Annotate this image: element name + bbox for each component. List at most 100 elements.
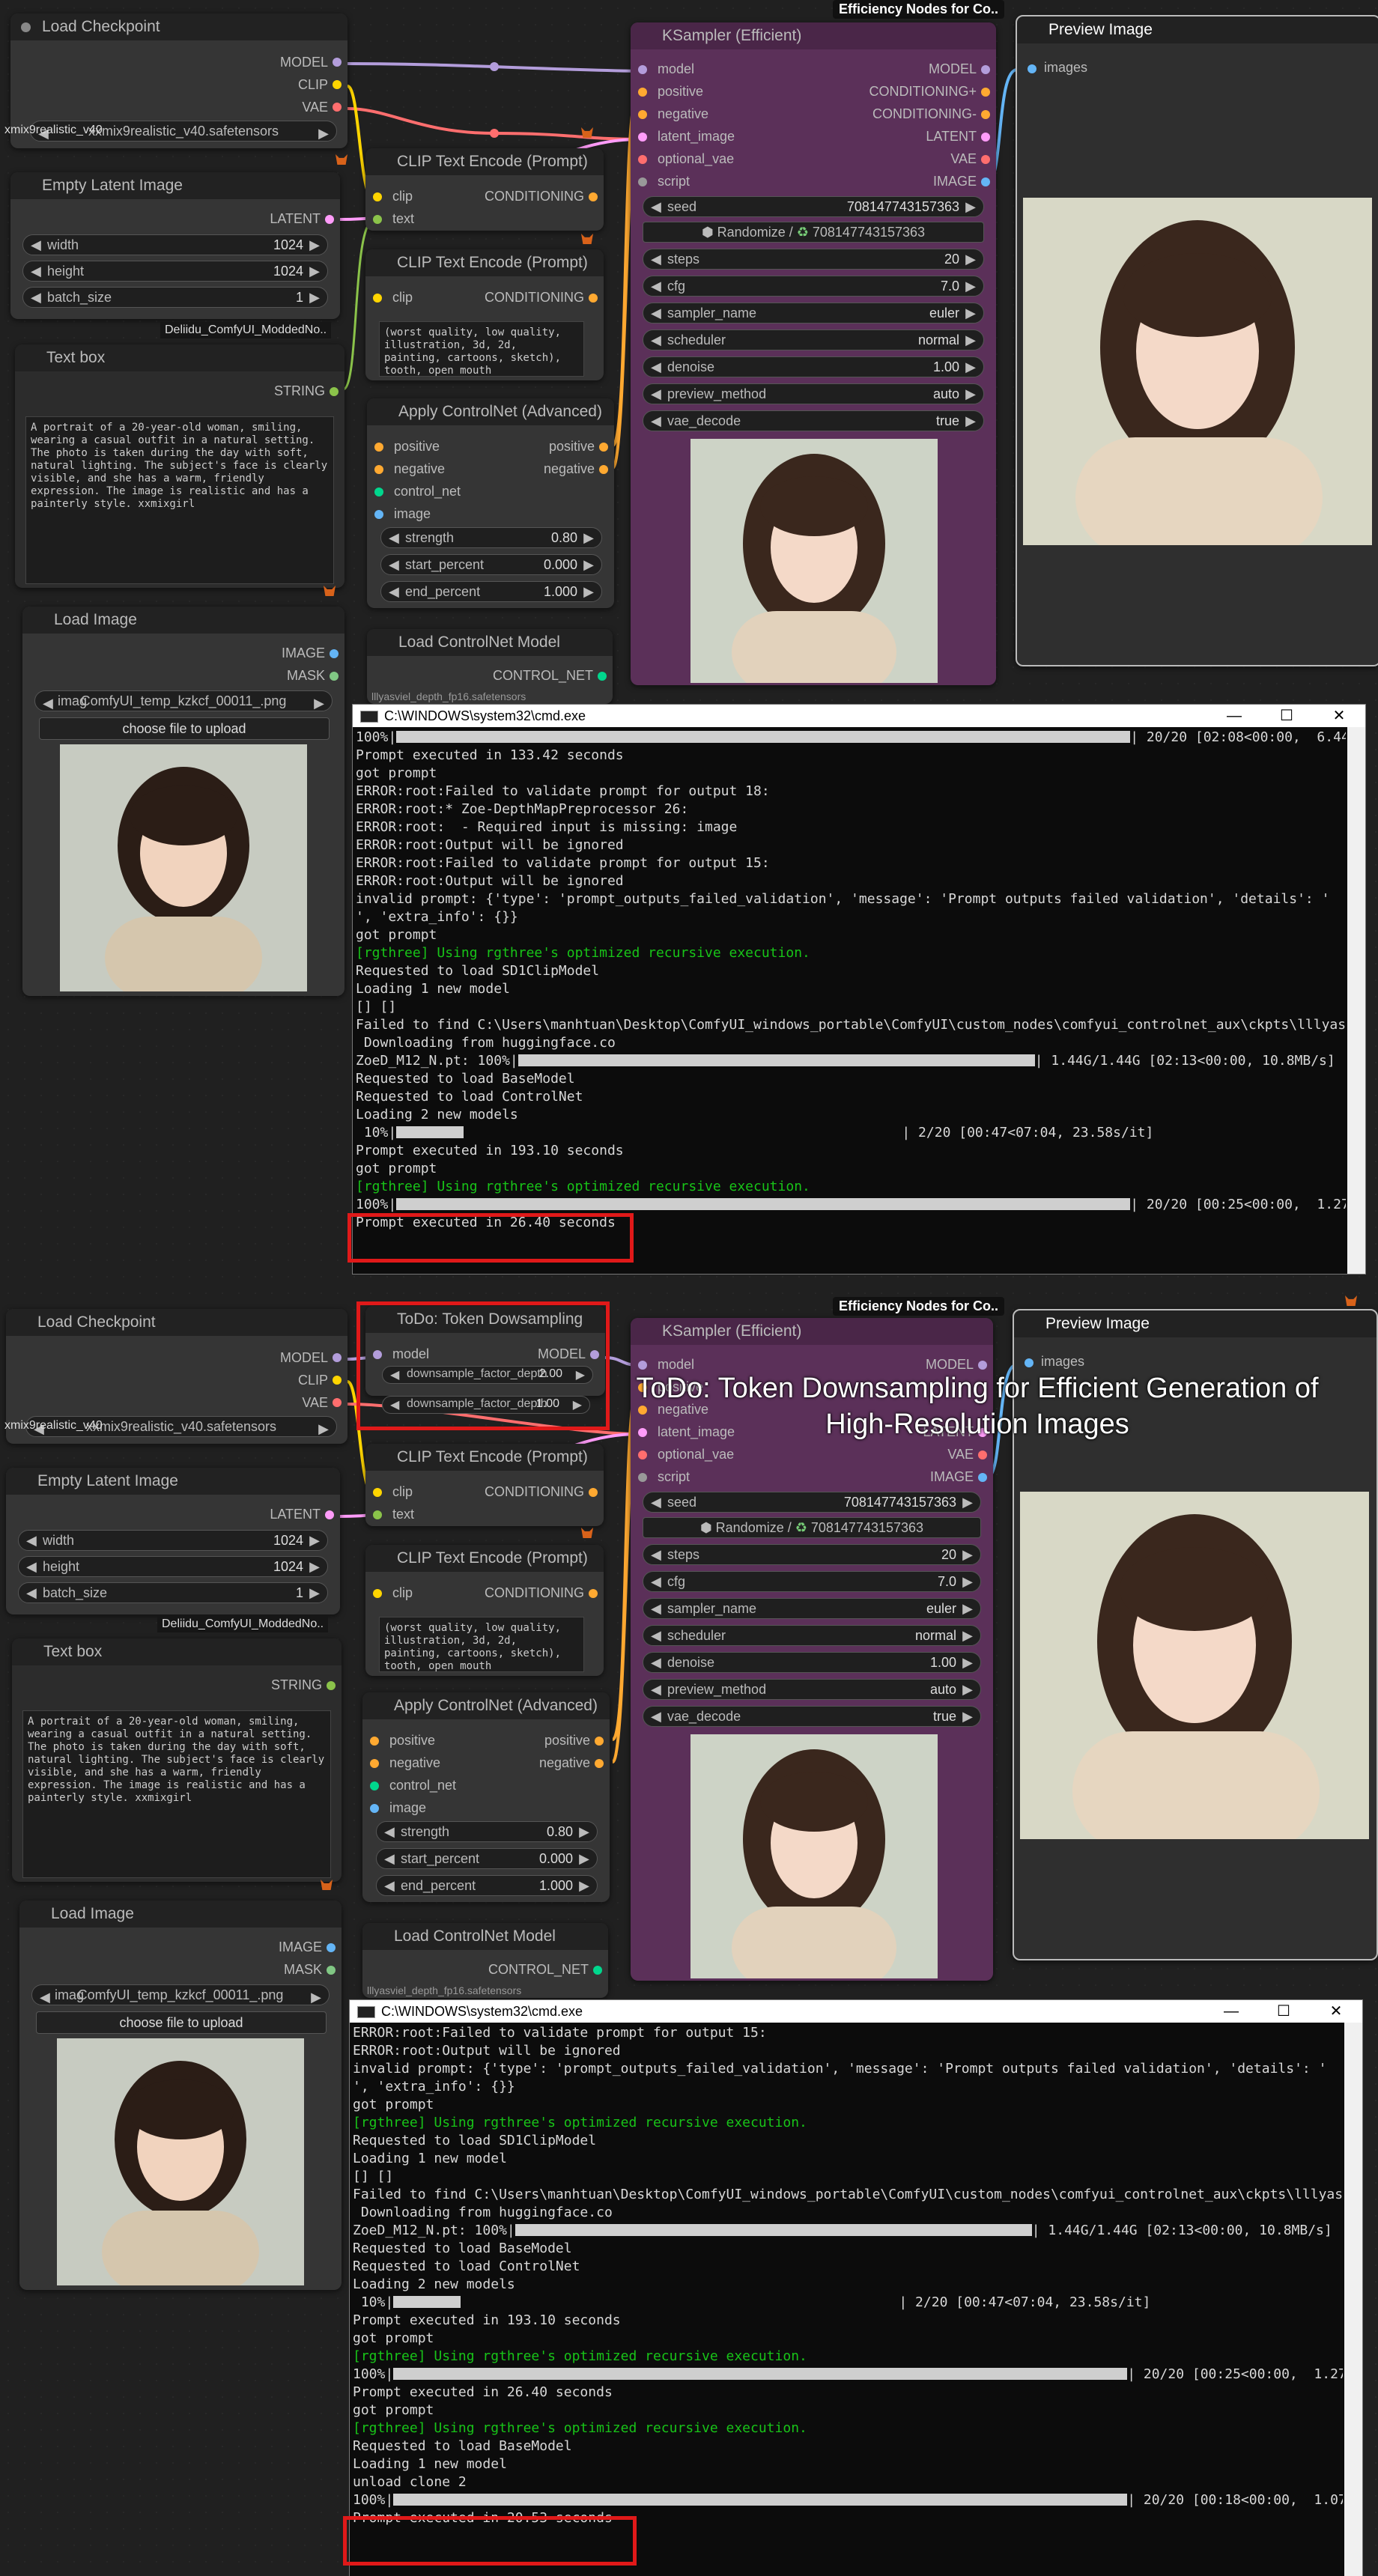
right-arrow-icon[interactable]: ▶ — [583, 584, 594, 600]
left-arrow-icon[interactable]: ◀ — [651, 252, 661, 267]
preview-method-widget[interactable]: ◀ preview_method auto ▶ — [643, 1679, 981, 1700]
image-combo[interactable]: ◀ imag ComfyUI_temp_kzkcf_00011_.png ▶ — [31, 1984, 330, 2005]
text-box-textarea[interactable]: A portrait of a 20-year-old woman, smili… — [25, 416, 334, 584]
vae-decode-widget[interactable]: ◀ vae_decode true ▶ — [643, 410, 984, 431]
start-percent-widget[interactable]: ◀ start_percent 0.000 ▶ — [376, 1848, 598, 1869]
upload-button[interactable]: choose file to upload — [36, 2011, 327, 2034]
socket-string[interactable] — [327, 1681, 336, 1690]
apply-controlnet-node[interactable]: Apply ControlNet (Advanced) positive neg… — [367, 398, 614, 608]
cfg-widget[interactable]: ◀ cfg 7.0 ▶ — [643, 1571, 981, 1592]
socket-clip-in[interactable] — [373, 1589, 382, 1598]
minimize-icon[interactable]: — — [1208, 705, 1260, 727]
preview-method-widget[interactable]: ◀ preview_method auto ▶ — [643, 383, 984, 404]
minimize-icon[interactable]: — — [1205, 2000, 1257, 2023]
socket-model-in[interactable] — [638, 1361, 647, 1370]
socket-negative-out[interactable] — [599, 465, 608, 474]
left-arrow-icon[interactable]: ◀ — [389, 584, 399, 600]
left-arrow-icon[interactable]: ◀ — [651, 1574, 661, 1590]
apply-controlnet-node[interactable]: Apply ControlNet (Advanced) positive neg… — [362, 1692, 610, 1902]
socket-clip[interactable] — [333, 80, 342, 89]
socket-negative-out[interactable] — [595, 1759, 604, 1768]
left-arrow-icon[interactable]: ◀ — [26, 1585, 37, 1601]
console-window-bottom[interactable]: C:\WINDOWS\system32\cmd.exe — ☐ ✕ ERROR:… — [349, 1999, 1363, 2576]
left-arrow-icon[interactable]: ◀ — [651, 386, 661, 402]
socket-mask[interactable] — [330, 672, 339, 681]
left-arrow-icon[interactable]: ◀ — [651, 279, 661, 294]
randomize-button[interactable]: ⬢ Randomize / ♻ 708147743157363 — [643, 222, 984, 243]
right-arrow-icon[interactable]: ▶ — [965, 332, 976, 348]
socket-conditioning[interactable] — [589, 294, 598, 303]
left-arrow-icon[interactable]: ◀ — [651, 1495, 661, 1510]
socket-vae-in[interactable] — [638, 1450, 647, 1459]
socket-control-net[interactable] — [593, 1966, 602, 1975]
socket-model[interactable] — [333, 58, 342, 67]
left-arrow-icon[interactable]: ◀ — [31, 264, 41, 279]
left-arrow-icon[interactable]: ◀ — [389, 557, 399, 573]
right-arrow-icon[interactable]: ▶ — [309, 1585, 320, 1601]
upload-button[interactable]: choose file to upload — [39, 717, 330, 740]
socket-model-out[interactable] — [981, 65, 990, 74]
left-arrow-icon[interactable]: ◀ — [651, 1682, 661, 1698]
right-arrow-icon[interactable]: ▶ — [309, 237, 320, 253]
socket-vae-in[interactable] — [638, 155, 647, 164]
right-arrow-icon[interactable]: ▶ — [309, 1533, 320, 1549]
denoise-widget[interactable]: ◀ denoise 1.00 ▶ — [643, 356, 984, 377]
left-arrow-icon[interactable]: ◀ — [651, 1709, 661, 1725]
right-arrow-icon[interactable]: ▶ — [318, 124, 329, 143]
right-arrow-icon[interactable]: ▶ — [583, 530, 594, 546]
load-image-node[interactable]: Load Image IMAGE MASK ◀ imag ComfyUI_tem… — [22, 607, 344, 996]
socket-image-out[interactable] — [981, 177, 990, 186]
text-box-textarea[interactable]: A portrait of a 20-year-old woman, smili… — [22, 1710, 331, 1878]
left-arrow-icon[interactable]: ◀ — [651, 1601, 661, 1617]
batch-size-widget[interactable]: ◀ batch_size 1 ▶ — [22, 287, 328, 308]
socket-latent[interactable] — [325, 215, 334, 224]
clip-text-encode-node-2[interactable]: CLIP Text Encode (Prompt) clip CONDITION… — [365, 249, 604, 380]
sampler-name-widget[interactable]: ◀ sampler_name euler ▶ — [643, 303, 984, 323]
width-widget[interactable]: ◀ width 1024 ▶ — [22, 234, 328, 255]
batch-size-widget[interactable]: ◀ batch_size 1 ▶ — [18, 1582, 328, 1603]
load-controlnet-node[interactable]: Load ControlNet Model CONTROL_NET lllyas… — [362, 1923, 608, 1998]
right-arrow-icon[interactable]: ▶ — [583, 557, 594, 573]
right-arrow-icon[interactable]: ▶ — [962, 1601, 973, 1617]
socket-model-out[interactable] — [978, 1361, 987, 1370]
load-controlnet-node[interactable]: Load ControlNet Model CONTROL_NET lllyas… — [367, 629, 613, 704]
socket-image[interactable] — [327, 1943, 336, 1952]
right-arrow-icon[interactable]: ▶ — [965, 413, 976, 429]
left-arrow-icon[interactable]: ◀ — [651, 199, 661, 215]
socket-positive-in[interactable] — [638, 88, 647, 97]
right-arrow-icon[interactable]: ▶ — [311, 1987, 321, 2007]
socket-vae[interactable] — [333, 103, 342, 112]
socket-mask[interactable] — [327, 1966, 336, 1975]
right-arrow-icon[interactable]: ▶ — [579, 1851, 589, 1867]
socket-positive-in[interactable] — [370, 1737, 379, 1746]
text-box-node[interactable]: Text box STRING A portrait of a 20-year-… — [15, 344, 344, 588]
maximize-icon[interactable]: ☐ — [1257, 2000, 1310, 2023]
negative-prompt-textarea[interactable]: (worst quality, low quality, illustratio… — [379, 1617, 584, 1672]
right-arrow-icon[interactable]: ▶ — [965, 359, 976, 375]
sampler-name-widget[interactable]: ◀ sampler_name euler ▶ — [643, 1598, 981, 1619]
right-arrow-icon[interactable]: ▶ — [962, 1709, 973, 1725]
socket-image-in[interactable] — [374, 510, 383, 519]
vae-decode-widget[interactable]: ◀ vae_decode true ▶ — [643, 1706, 981, 1727]
seed-widget[interactable]: ◀ seed 708147743157363 ▶ — [643, 1492, 981, 1513]
negative-prompt-textarea[interactable]: (worst quality, low quality, illustratio… — [379, 321, 584, 377]
left-arrow-icon[interactable]: ◀ — [651, 359, 661, 375]
right-arrow-icon[interactable]: ▶ — [962, 1495, 973, 1510]
left-arrow-icon[interactable]: ◀ — [651, 306, 661, 321]
right-arrow-icon[interactable]: ▶ — [962, 1574, 973, 1590]
console-scrollbar[interactable] — [1344, 2023, 1362, 2576]
end-percent-widget[interactable]: ◀ end_percent 1.000 ▶ — [380, 581, 602, 602]
socket-vae-out[interactable] — [978, 1450, 987, 1459]
image-combo[interactable]: ◀ imag ComfyUI_temp_kzkcf_00011_.png ▶ — [34, 690, 333, 711]
empty-latent-node[interactable]: Empty Latent Image LATENT ◀ width 1024 ▶… — [6, 1468, 340, 1614]
right-arrow-icon[interactable]: ▶ — [314, 693, 324, 713]
left-arrow-icon[interactable]: ◀ — [384, 1878, 395, 1894]
socket-controlnet-in[interactable] — [374, 487, 383, 496]
socket-image-in[interactable] — [370, 1804, 379, 1813]
close-icon[interactable]: ✕ — [1310, 2000, 1362, 2023]
load-image-node[interactable]: Load Image IMAGE MASK ◀ imag ComfyUI_tem… — [19, 1901, 342, 2290]
right-arrow-icon[interactable]: ▶ — [309, 264, 320, 279]
socket-latent-out[interactable] — [981, 133, 990, 142]
text-box-node[interactable]: Text box STRING A portrait of a 20-year-… — [12, 1638, 342, 1882]
maximize-icon[interactable]: ☐ — [1260, 705, 1313, 727]
